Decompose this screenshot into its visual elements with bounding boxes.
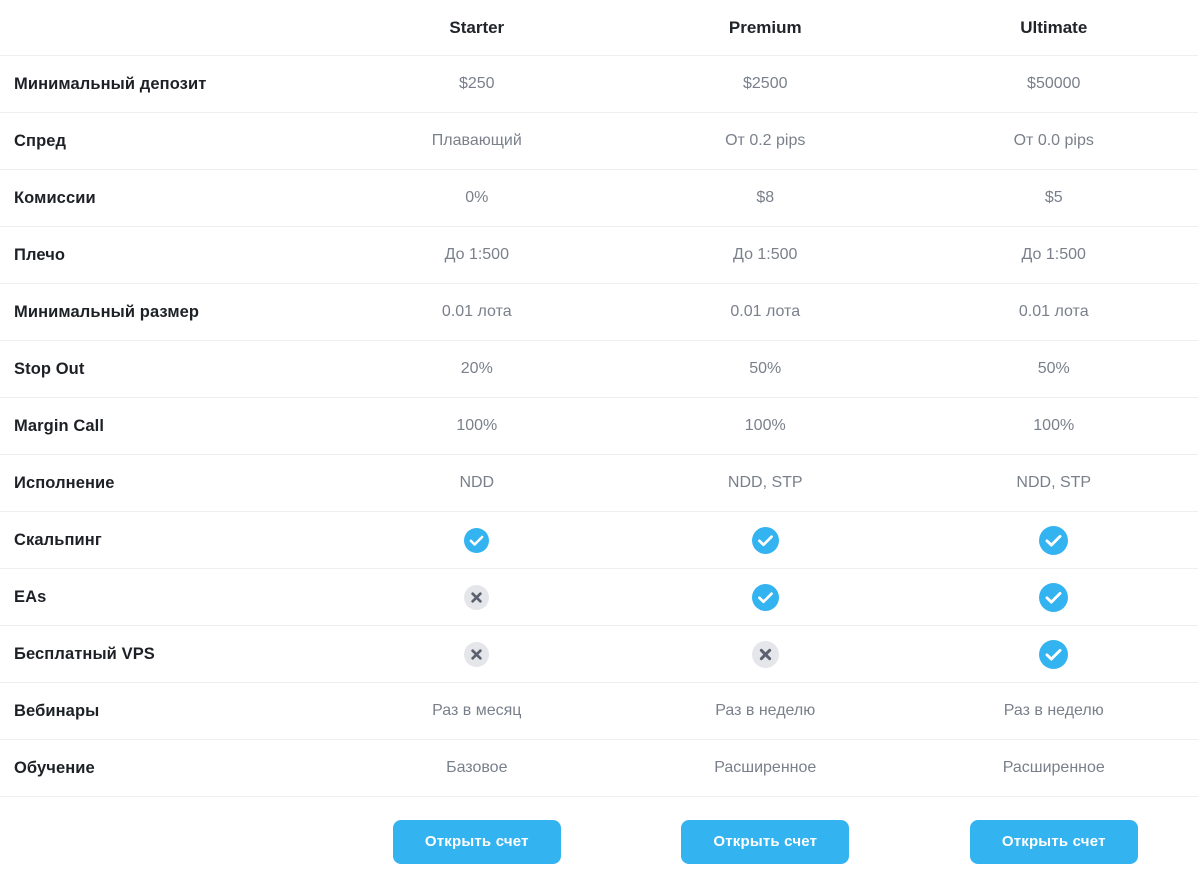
open-account-button-ultimate[interactable]: Открыть счет	[970, 820, 1138, 865]
feature-label-плечо: Плечо	[0, 227, 333, 284]
feature-label-eas: EAs	[0, 569, 333, 626]
cell-комиссии-ultimate: $5	[909, 170, 1198, 227]
check-circle-icon	[464, 528, 489, 553]
cell-обучение-starter: Базовое	[333, 740, 621, 797]
cell-исполнение-ultimate: NDD, STP	[909, 455, 1198, 512]
check-circle-icon	[752, 527, 779, 554]
cell-eas-ultimate	[909, 569, 1198, 626]
feature-label-комиссии: Комиссии	[0, 170, 333, 227]
table-row: EAs	[0, 569, 1198, 626]
feature-column-header	[0, 0, 333, 56]
cell-минимальный-депозит-ultimate: $50000	[909, 56, 1198, 113]
cta-spacer-cell	[0, 797, 333, 887]
feature-label-вебинары: Вебинары	[0, 683, 333, 740]
cell-минимальный-депозит-premium: $2500	[621, 56, 909, 113]
cell-скальпинг-premium	[621, 512, 909, 569]
table-row: Минимальный размер0.01 лота0.01 лота0.01…	[0, 284, 1198, 341]
check-circle-icon	[1039, 640, 1068, 669]
cell-обучение-ultimate: Расширенное	[909, 740, 1198, 797]
plan-comparison-table: Starter Premium Ultimate Минимальный деп…	[0, 0, 1198, 887]
cell-плечо-starter: До 1:500	[333, 227, 621, 284]
table-row: ВебинарыРаз в месяцРаз в неделюРаз в нед…	[0, 683, 1198, 740]
cell-минимальный-размер-premium: 0.01 лота	[621, 284, 909, 341]
cell-вебинары-ultimate: Раз в неделю	[909, 683, 1198, 740]
header-row: Starter Premium Ultimate	[0, 0, 1198, 56]
cell-margin-call-premium: 100%	[621, 398, 909, 455]
table-row: Stop Out20%50%50%	[0, 341, 1198, 398]
cell-комиссии-starter: 0%	[333, 170, 621, 227]
plan-header-starter: Starter	[333, 0, 621, 56]
cta-cell-premium: Открыть счет	[621, 797, 909, 887]
cross-circle-icon	[752, 641, 779, 668]
feature-label-исполнение: Исполнение	[0, 455, 333, 512]
table-row: ИсполнениеNDDNDD, STPNDD, STP	[0, 455, 1198, 512]
cell-исполнение-premium: NDD, STP	[621, 455, 909, 512]
open-account-button-starter[interactable]: Открыть счет	[393, 820, 561, 865]
feature-label-обучение: Обучение	[0, 740, 333, 797]
cta-row: Открыть счет Открыть счет Открыть счет	[0, 797, 1198, 887]
cell-stop-out-ultimate: 50%	[909, 341, 1198, 398]
cell-скальпинг-ultimate	[909, 512, 1198, 569]
table-row: Комиссии0%$8$5	[0, 170, 1198, 227]
cell-спред-starter: Плавающий	[333, 113, 621, 170]
cross-circle-icon	[464, 642, 489, 667]
table-row: СпредПлавающийОт 0.2 pipsОт 0.0 pips	[0, 113, 1198, 170]
cell-вебинары-premium: Раз в неделю	[621, 683, 909, 740]
cell-спред-premium: От 0.2 pips	[621, 113, 909, 170]
cross-circle-icon	[464, 585, 489, 610]
cell-обучение-premium: Расширенное	[621, 740, 909, 797]
cell-минимальный-размер-starter: 0.01 лота	[333, 284, 621, 341]
table-row: Скальпинг	[0, 512, 1198, 569]
table-body: Минимальный депозит$250$2500$50000СпредП…	[0, 56, 1198, 797]
cell-комиссии-premium: $8	[621, 170, 909, 227]
plan-header-ultimate: Ultimate	[909, 0, 1198, 56]
open-account-button-premium[interactable]: Открыть счет	[681, 820, 849, 865]
cell-stop-out-starter: 20%	[333, 341, 621, 398]
cell-margin-call-starter: 100%	[333, 398, 621, 455]
cell-спред-ultimate: От 0.0 pips	[909, 113, 1198, 170]
check-circle-icon	[752, 584, 779, 611]
feature-label-stop-out: Stop Out	[0, 341, 333, 398]
cell-бесплатный-vps-ultimate	[909, 626, 1198, 683]
table-row: ПлечоДо 1:500До 1:500До 1:500	[0, 227, 1198, 284]
cell-бесплатный-vps-premium	[621, 626, 909, 683]
table-header: Starter Premium Ultimate	[0, 0, 1198, 56]
cell-eas-premium	[621, 569, 909, 626]
cell-margin-call-ultimate: 100%	[909, 398, 1198, 455]
plan-header-premium: Premium	[621, 0, 909, 56]
check-circle-icon	[1039, 526, 1068, 555]
table-row: Бесплатный VPS	[0, 626, 1198, 683]
cell-исполнение-starter: NDD	[333, 455, 621, 512]
cta-cell-starter: Открыть счет	[333, 797, 621, 887]
table-row: Минимальный депозит$250$2500$50000	[0, 56, 1198, 113]
check-circle-icon	[1039, 583, 1068, 612]
table-row: Margin Call100%100%100%	[0, 398, 1198, 455]
cell-бесплатный-vps-starter	[333, 626, 621, 683]
feature-label-спред: Спред	[0, 113, 333, 170]
table-footer: Открыть счет Открыть счет Открыть счет	[0, 797, 1198, 887]
cell-плечо-premium: До 1:500	[621, 227, 909, 284]
cell-минимальный-депозит-starter: $250	[333, 56, 621, 113]
table-row: ОбучениеБазовоеРасширенноеРасширенное	[0, 740, 1198, 797]
cell-вебинары-starter: Раз в месяц	[333, 683, 621, 740]
cell-скальпинг-starter	[333, 512, 621, 569]
feature-label-бесплатный-vps: Бесплатный VPS	[0, 626, 333, 683]
cell-минимальный-размер-ultimate: 0.01 лота	[909, 284, 1198, 341]
feature-label-минимальный-депозит: Минимальный депозит	[0, 56, 333, 113]
feature-label-минимальный-размер: Минимальный размер	[0, 284, 333, 341]
cell-eas-starter	[333, 569, 621, 626]
cta-cell-ultimate: Открыть счет	[909, 797, 1198, 887]
feature-label-скальпинг: Скальпинг	[0, 512, 333, 569]
cell-плечо-ultimate: До 1:500	[909, 227, 1198, 284]
feature-label-margin-call: Margin Call	[0, 398, 333, 455]
cell-stop-out-premium: 50%	[621, 341, 909, 398]
